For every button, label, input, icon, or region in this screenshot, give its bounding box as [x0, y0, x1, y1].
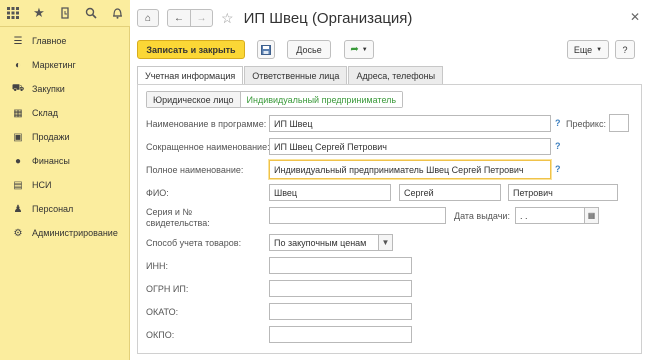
person-icon: ♟ — [13, 203, 23, 215]
title-row: ⌂ ← → ☆ ИП Швец (Организация) — [137, 8, 412, 28]
page-title: ИП Швец (Организация) — [243, 9, 413, 27]
full-name-label: Полное наименование: — [146, 165, 244, 175]
briefcase-icon: ▣ — [13, 131, 23, 143]
command-bar: Записать и закрыть Досье ➦ ▼ Еще ▼ ? — [137, 40, 642, 60]
okpo-label: ОКПО: — [146, 330, 175, 340]
sidebar: ☰ Главное ◐ Маркетинг ⛟ Закупки ▦ Склад … — [0, 27, 130, 360]
create-based-on-button[interactable]: ➦ ▼ — [344, 40, 374, 59]
goods-accounting-label: Способ учета товаров: — [146, 238, 242, 248]
chevron-down-icon: ▼ — [361, 46, 368, 53]
sidebar-item-label: Администрирование — [32, 228, 118, 238]
main-form: ⌂ ← → ☆ ИП Швец (Организация) ✕ Записать… — [131, 0, 650, 360]
bell-icon[interactable] — [104, 0, 130, 27]
tab-responsible-persons[interactable]: Ответственные лица — [244, 66, 348, 84]
sidebar-item-marketing[interactable]: ◐ Маркетинг — [0, 53, 129, 77]
issue-date-label: Дата выдачи: — [454, 211, 510, 221]
save-and-close-button[interactable]: Записать и закрыть — [137, 40, 245, 59]
favorite-star-icon[interactable]: ☆ — [221, 10, 234, 27]
sidebar-item-nsi[interactable]: ▤ НСИ — [0, 173, 129, 197]
search-icon[interactable] — [78, 0, 104, 27]
close-icon[interactable]: ✕ — [630, 10, 640, 24]
sidebar-item-admin[interactable]: ⚙ Администрирование — [0, 221, 129, 245]
sidebar-item-label: Маркетинг — [32, 60, 76, 70]
sidebar-item-label: НСИ — [32, 180, 52, 190]
full-name-field[interactable]: Индивидуальный предприниматель Швец Серг… — [269, 160, 551, 179]
prefix-field[interactable] — [609, 114, 629, 132]
home-icon: ⌂ — [144, 12, 152, 24]
certificate-label-line1: Серия и № — [146, 207, 193, 217]
sidebar-item-finance[interactable]: ● Финансы — [0, 149, 129, 173]
home-button[interactable]: ⌂ — [137, 9, 159, 27]
finance-icon: ● — [14, 155, 22, 167]
warehouse-icon: ▦ — [13, 107, 23, 119]
fio-label: ФИО: — [146, 188, 169, 198]
goods-accounting-select[interactable]: По закупочным ценам — [269, 234, 379, 251]
sidebar-item-label: Главное — [32, 36, 67, 46]
sidebar-item-warehouse[interactable]: ▦ Склад — [0, 101, 129, 125]
sidebar-item-purchases[interactable]: ⛟ Закупки — [0, 77, 129, 101]
save-icon — [261, 44, 271, 55]
name-label: Наименование в программе: — [146, 119, 267, 129]
more-label: Еще — [573, 44, 593, 55]
firstname-field[interactable]: Сергей — [399, 184, 501, 201]
entity-type-switch: Юридическое лицо Индивидуальный предприн… — [146, 91, 404, 108]
sidebar-item-main[interactable]: ☰ Главное — [0, 29, 129, 53]
okpo-field[interactable] — [269, 326, 412, 343]
history-icon[interactable] — [52, 0, 78, 27]
subtab-legal-entity[interactable]: Юридическое лицо — [147, 92, 240, 107]
cart-icon: ⛟ — [11, 82, 25, 94]
certificate-label-line2: свидетельства: — [146, 218, 210, 228]
sidebar-item-label: Склад — [32, 108, 59, 118]
inn-label: ИНН: — [146, 261, 168, 271]
more-button[interactable]: Еще ▼ — [567, 40, 609, 59]
app-toolbar: ★ — [0, 0, 130, 27]
okato-label: ОКАТО: — [146, 307, 179, 317]
patronymic-field[interactable]: Петрович — [508, 184, 618, 201]
short-name-help-icon[interactable]: ? — [555, 141, 561, 151]
sidebar-item-label: Закупки — [32, 84, 65, 94]
ogrn-field[interactable] — [269, 280, 412, 297]
sidebar-item-label: Финансы — [32, 156, 70, 166]
dossier-button[interactable]: Досье — [287, 40, 331, 59]
sidebar-item-label: Персонал — [32, 204, 74, 214]
inn-field[interactable] — [269, 257, 412, 274]
tab-addresses-phones[interactable]: Адреса, телефоны — [348, 66, 444, 84]
menu-icon: ☰ — [13, 35, 23, 47]
short-name-field[interactable]: ИП Швец Сергей Петрович — [269, 138, 551, 155]
marketing-icon: ◐ — [14, 59, 22, 71]
tab-bar: Учетная информация Ответственные лица Ад… — [137, 66, 444, 84]
save-button[interactable] — [257, 40, 275, 59]
tab-accounting-info[interactable]: Учетная информация — [137, 66, 244, 84]
ogrn-label: ОГРН ИП: — [146, 284, 189, 294]
subtab-individual-entrepreneur[interactable]: Индивидуальный предприниматель — [239, 92, 403, 107]
tab-panel: Юридическое лицо Индивидуальный предприн… — [137, 84, 642, 354]
name-field[interactable]: ИП Швец — [269, 115, 551, 132]
issue-date-field[interactable]: . . — [515, 207, 585, 224]
certificate-field[interactable] — [269, 207, 446, 224]
prefix-label: Префикс: — [566, 119, 606, 129]
sidebar-item-label: Продажи — [32, 132, 70, 142]
help-button[interactable]: ? — [615, 40, 635, 59]
star-icon[interactable]: ★ — [26, 0, 52, 27]
forward-button[interactable]: → — [190, 10, 212, 26]
short-name-label: Сокращенное наименование: — [146, 142, 270, 152]
surname-field[interactable]: Швец — [269, 184, 391, 201]
nav-buttons: ← → — [167, 9, 213, 27]
chevron-down-icon[interactable]: ▼ — [379, 234, 393, 251]
name-help-icon[interactable]: ? — [555, 118, 561, 128]
okato-field[interactable] — [269, 303, 412, 320]
create-based-on-icon: ➦ — [350, 44, 359, 55]
back-button[interactable]: ← — [168, 10, 190, 26]
gear-icon: ⚙ — [13, 227, 23, 239]
book-icon: ▤ — [13, 179, 23, 191]
sidebar-item-sales[interactable]: ▣ Продажи — [0, 125, 129, 149]
calendar-icon[interactable]: ▦ — [585, 207, 599, 224]
full-name-help-icon[interactable]: ? — [555, 164, 561, 174]
sidebar-item-personnel[interactable]: ♟ Персонал — [0, 197, 129, 221]
grid-icon[interactable] — [0, 0, 26, 27]
chevron-down-icon: ▼ — [596, 46, 603, 53]
